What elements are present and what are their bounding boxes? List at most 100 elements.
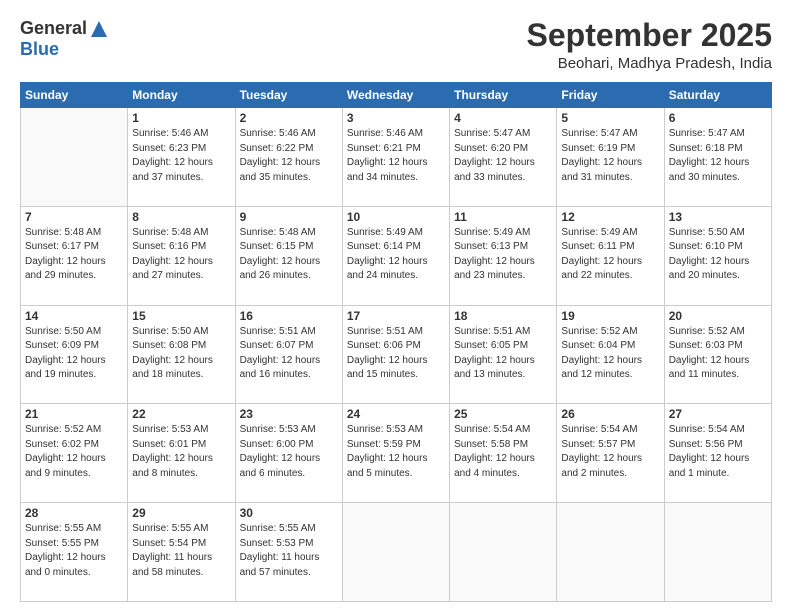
day-number: 8 bbox=[132, 210, 230, 224]
table-row: 15 Sunrise: 5:50 AM Sunset: 6:08 PM Dayli… bbox=[128, 305, 235, 404]
day-info: Sunrise: 5:46 AM Sunset: 6:21 PM Dayligh… bbox=[347, 127, 445, 185]
day-number: 15 bbox=[132, 309, 230, 323]
table-row: 20Sunrise: 5:52 AM Sunset: 6:03 PM Dayli… bbox=[664, 305, 771, 404]
title-section: September 2025 Beohari, Madhya Pradesh, … bbox=[527, 18, 772, 72]
table-row: 25 Sunrise: 5:54 AM Sunset: 5:58 PM Dayli… bbox=[450, 404, 557, 503]
header: General Blue September 2025 Beohari, Mad… bbox=[20, 18, 772, 72]
day-info: Sunrise: 5:49 AM Sunset: 6:14 PM Dayligh… bbox=[347, 226, 445, 284]
calendar-week-1: 7 Sunrise: 5:48 AM Sunset: 6:17 PM Daylig… bbox=[21, 206, 772, 305]
day-info: Sunrise: 5:54 AM Sunset: 5:58 PM Dayligh… bbox=[454, 423, 552, 481]
month-title: September 2025 bbox=[527, 18, 772, 53]
table-row: 24Sunrise: 5:53 AM Sunset: 5:59 PM Dayli… bbox=[342, 404, 449, 503]
table-row: 16 Sunrise: 5:51 AM Sunset: 6:07 PM Dayli… bbox=[235, 305, 342, 404]
day-number: 24 bbox=[347, 407, 445, 421]
table-row: 18 Sunrise: 5:51 AM Sunset: 6:05 PM Dayli… bbox=[450, 305, 557, 404]
table-row: 23 Sunrise: 5:53 AM Sunset: 6:00 PM Dayli… bbox=[235, 404, 342, 503]
day-info: Sunrise: 5:54 AM Sunset: 5:57 PM Dayligh… bbox=[561, 423, 659, 481]
day-info: Sunrise: 5:48 AM Sunset: 6:15 PM Dayligh… bbox=[240, 226, 338, 284]
day-info: Sunrise: 5:48 AM Sunset: 6:16 PM Dayligh… bbox=[132, 226, 230, 284]
day-number: 9 bbox=[240, 210, 338, 224]
day-number: 2 bbox=[240, 111, 338, 125]
table-row: 17Sunrise: 5:51 AM Sunset: 6:06 PM Dayli… bbox=[342, 305, 449, 404]
table-row: 14 Sunrise: 5:50 AM Sunset: 6:09 PM Dayli… bbox=[21, 305, 128, 404]
calendar-table: Sunday Monday Tuesday Wednesday Thursday… bbox=[20, 82, 772, 602]
day-number: 21 bbox=[25, 407, 123, 421]
table-row: 1 Sunrise: 5:46 AM Sunset: 6:23 PM Daylig… bbox=[128, 108, 235, 207]
day-info: Sunrise: 5:53 AM Sunset: 6:01 PM Dayligh… bbox=[132, 423, 230, 481]
day-number: 29 bbox=[132, 506, 230, 520]
day-number: 13 bbox=[669, 210, 767, 224]
table-row: 27Sunrise: 5:54 AM Sunset: 5:56 PM Dayli… bbox=[664, 404, 771, 503]
table-row: 5Sunrise: 5:47 AM Sunset: 6:19 PM Daylig… bbox=[557, 108, 664, 207]
day-info: Sunrise: 5:50 AM Sunset: 6:10 PM Dayligh… bbox=[669, 226, 767, 284]
day-number: 7 bbox=[25, 210, 123, 224]
location: Beohari, Madhya Pradesh, India bbox=[527, 55, 772, 72]
table-row: 6 Sunrise: 5:47 AM Sunset: 6:18 PM Daylig… bbox=[664, 108, 771, 207]
logo-icon bbox=[89, 19, 109, 39]
table-row bbox=[21, 108, 128, 207]
day-number: 16 bbox=[240, 309, 338, 323]
day-number: 23 bbox=[240, 407, 338, 421]
day-info: Sunrise: 5:50 AM Sunset: 6:09 PM Dayligh… bbox=[25, 325, 123, 383]
table-row: 26 Sunrise: 5:54 AM Sunset: 5:57 PM Dayli… bbox=[557, 404, 664, 503]
day-info: Sunrise: 5:52 AM Sunset: 6:02 PM Dayligh… bbox=[25, 423, 123, 481]
page: General Blue September 2025 Beohari, Mad… bbox=[0, 0, 792, 612]
table-row: 10 Sunrise: 5:49 AM Sunset: 6:14 PM Dayli… bbox=[342, 206, 449, 305]
day-info: Sunrise: 5:46 AM Sunset: 6:22 PM Dayligh… bbox=[240, 127, 338, 185]
day-info: Sunrise: 5:50 AM Sunset: 6:08 PM Dayligh… bbox=[132, 325, 230, 383]
day-number: 30 bbox=[240, 506, 338, 520]
day-info: Sunrise: 5:51 AM Sunset: 6:07 PM Dayligh… bbox=[240, 325, 338, 383]
day-info: Sunrise: 5:52 AM Sunset: 6:03 PM Dayligh… bbox=[669, 325, 767, 383]
day-number: 12 bbox=[561, 210, 659, 224]
table-row: 19 Sunrise: 5:52 AM Sunset: 6:04 PM Dayli… bbox=[557, 305, 664, 404]
day-info: Sunrise: 5:52 AM Sunset: 6:04 PM Dayligh… bbox=[561, 325, 659, 383]
table-row: 30 Sunrise: 5:55 AM Sunset: 5:53 PM Dayli… bbox=[235, 503, 342, 602]
logo-blue-text: Blue bbox=[20, 39, 59, 60]
day-number: 28 bbox=[25, 506, 123, 520]
day-number: 18 bbox=[454, 309, 552, 323]
logo: General Blue bbox=[20, 18, 109, 60]
table-row bbox=[342, 503, 449, 602]
calendar-week-4: 28Sunrise: 5:55 AM Sunset: 5:55 PM Dayli… bbox=[21, 503, 772, 602]
header-thursday: Thursday bbox=[450, 83, 557, 108]
table-row: 4 Sunrise: 5:47 AM Sunset: 6:20 PM Daylig… bbox=[450, 108, 557, 207]
day-info: Sunrise: 5:53 AM Sunset: 6:00 PM Dayligh… bbox=[240, 423, 338, 481]
day-number: 10 bbox=[347, 210, 445, 224]
day-number: 19 bbox=[561, 309, 659, 323]
header-friday: Friday bbox=[557, 83, 664, 108]
day-info: Sunrise: 5:47 AM Sunset: 6:18 PM Dayligh… bbox=[669, 127, 767, 185]
day-info: Sunrise: 5:55 AM Sunset: 5:53 PM Dayligh… bbox=[240, 522, 338, 580]
day-info: Sunrise: 5:47 AM Sunset: 6:19 PM Dayligh… bbox=[561, 127, 659, 185]
day-number: 22 bbox=[132, 407, 230, 421]
day-info: Sunrise: 5:49 AM Sunset: 6:11 PM Dayligh… bbox=[561, 226, 659, 284]
day-info: Sunrise: 5:48 AM Sunset: 6:17 PM Dayligh… bbox=[25, 226, 123, 284]
header-saturday: Saturday bbox=[664, 83, 771, 108]
table-row: 22 Sunrise: 5:53 AM Sunset: 6:01 PM Dayli… bbox=[128, 404, 235, 503]
day-info: Sunrise: 5:51 AM Sunset: 6:05 PM Dayligh… bbox=[454, 325, 552, 383]
day-number: 27 bbox=[669, 407, 767, 421]
table-row: 13 Sunrise: 5:50 AM Sunset: 6:10 PM Dayli… bbox=[664, 206, 771, 305]
table-row: 9 Sunrise: 5:48 AM Sunset: 6:15 PM Daylig… bbox=[235, 206, 342, 305]
table-row: 2 Sunrise: 5:46 AM Sunset: 6:22 PM Daylig… bbox=[235, 108, 342, 207]
day-info: Sunrise: 5:49 AM Sunset: 6:13 PM Dayligh… bbox=[454, 226, 552, 284]
day-number: 26 bbox=[561, 407, 659, 421]
day-number: 6 bbox=[669, 111, 767, 125]
day-number: 14 bbox=[25, 309, 123, 323]
day-number: 11 bbox=[454, 210, 552, 224]
header-wednesday: Wednesday bbox=[342, 83, 449, 108]
calendar-week-0: 1 Sunrise: 5:46 AM Sunset: 6:23 PM Daylig… bbox=[21, 108, 772, 207]
table-row: 28Sunrise: 5:55 AM Sunset: 5:55 PM Dayli… bbox=[21, 503, 128, 602]
calendar-week-2: 14 Sunrise: 5:50 AM Sunset: 6:09 PM Dayli… bbox=[21, 305, 772, 404]
calendar-week-3: 21 Sunrise: 5:52 AM Sunset: 6:02 PM Dayli… bbox=[21, 404, 772, 503]
day-number: 3 bbox=[347, 111, 445, 125]
day-info: Sunrise: 5:47 AM Sunset: 6:20 PM Dayligh… bbox=[454, 127, 552, 185]
table-row bbox=[450, 503, 557, 602]
day-info: Sunrise: 5:55 AM Sunset: 5:54 PM Dayligh… bbox=[132, 522, 230, 580]
day-number: 4 bbox=[454, 111, 552, 125]
day-number: 25 bbox=[454, 407, 552, 421]
table-row: 12 Sunrise: 5:49 AM Sunset: 6:11 PM Dayli… bbox=[557, 206, 664, 305]
day-number: 1 bbox=[132, 111, 230, 125]
calendar-header-row: Sunday Monday Tuesday Wednesday Thursday… bbox=[21, 83, 772, 108]
table-row: 3 Sunrise: 5:46 AM Sunset: 6:21 PM Daylig… bbox=[342, 108, 449, 207]
day-info: Sunrise: 5:46 AM Sunset: 6:23 PM Dayligh… bbox=[132, 127, 230, 185]
